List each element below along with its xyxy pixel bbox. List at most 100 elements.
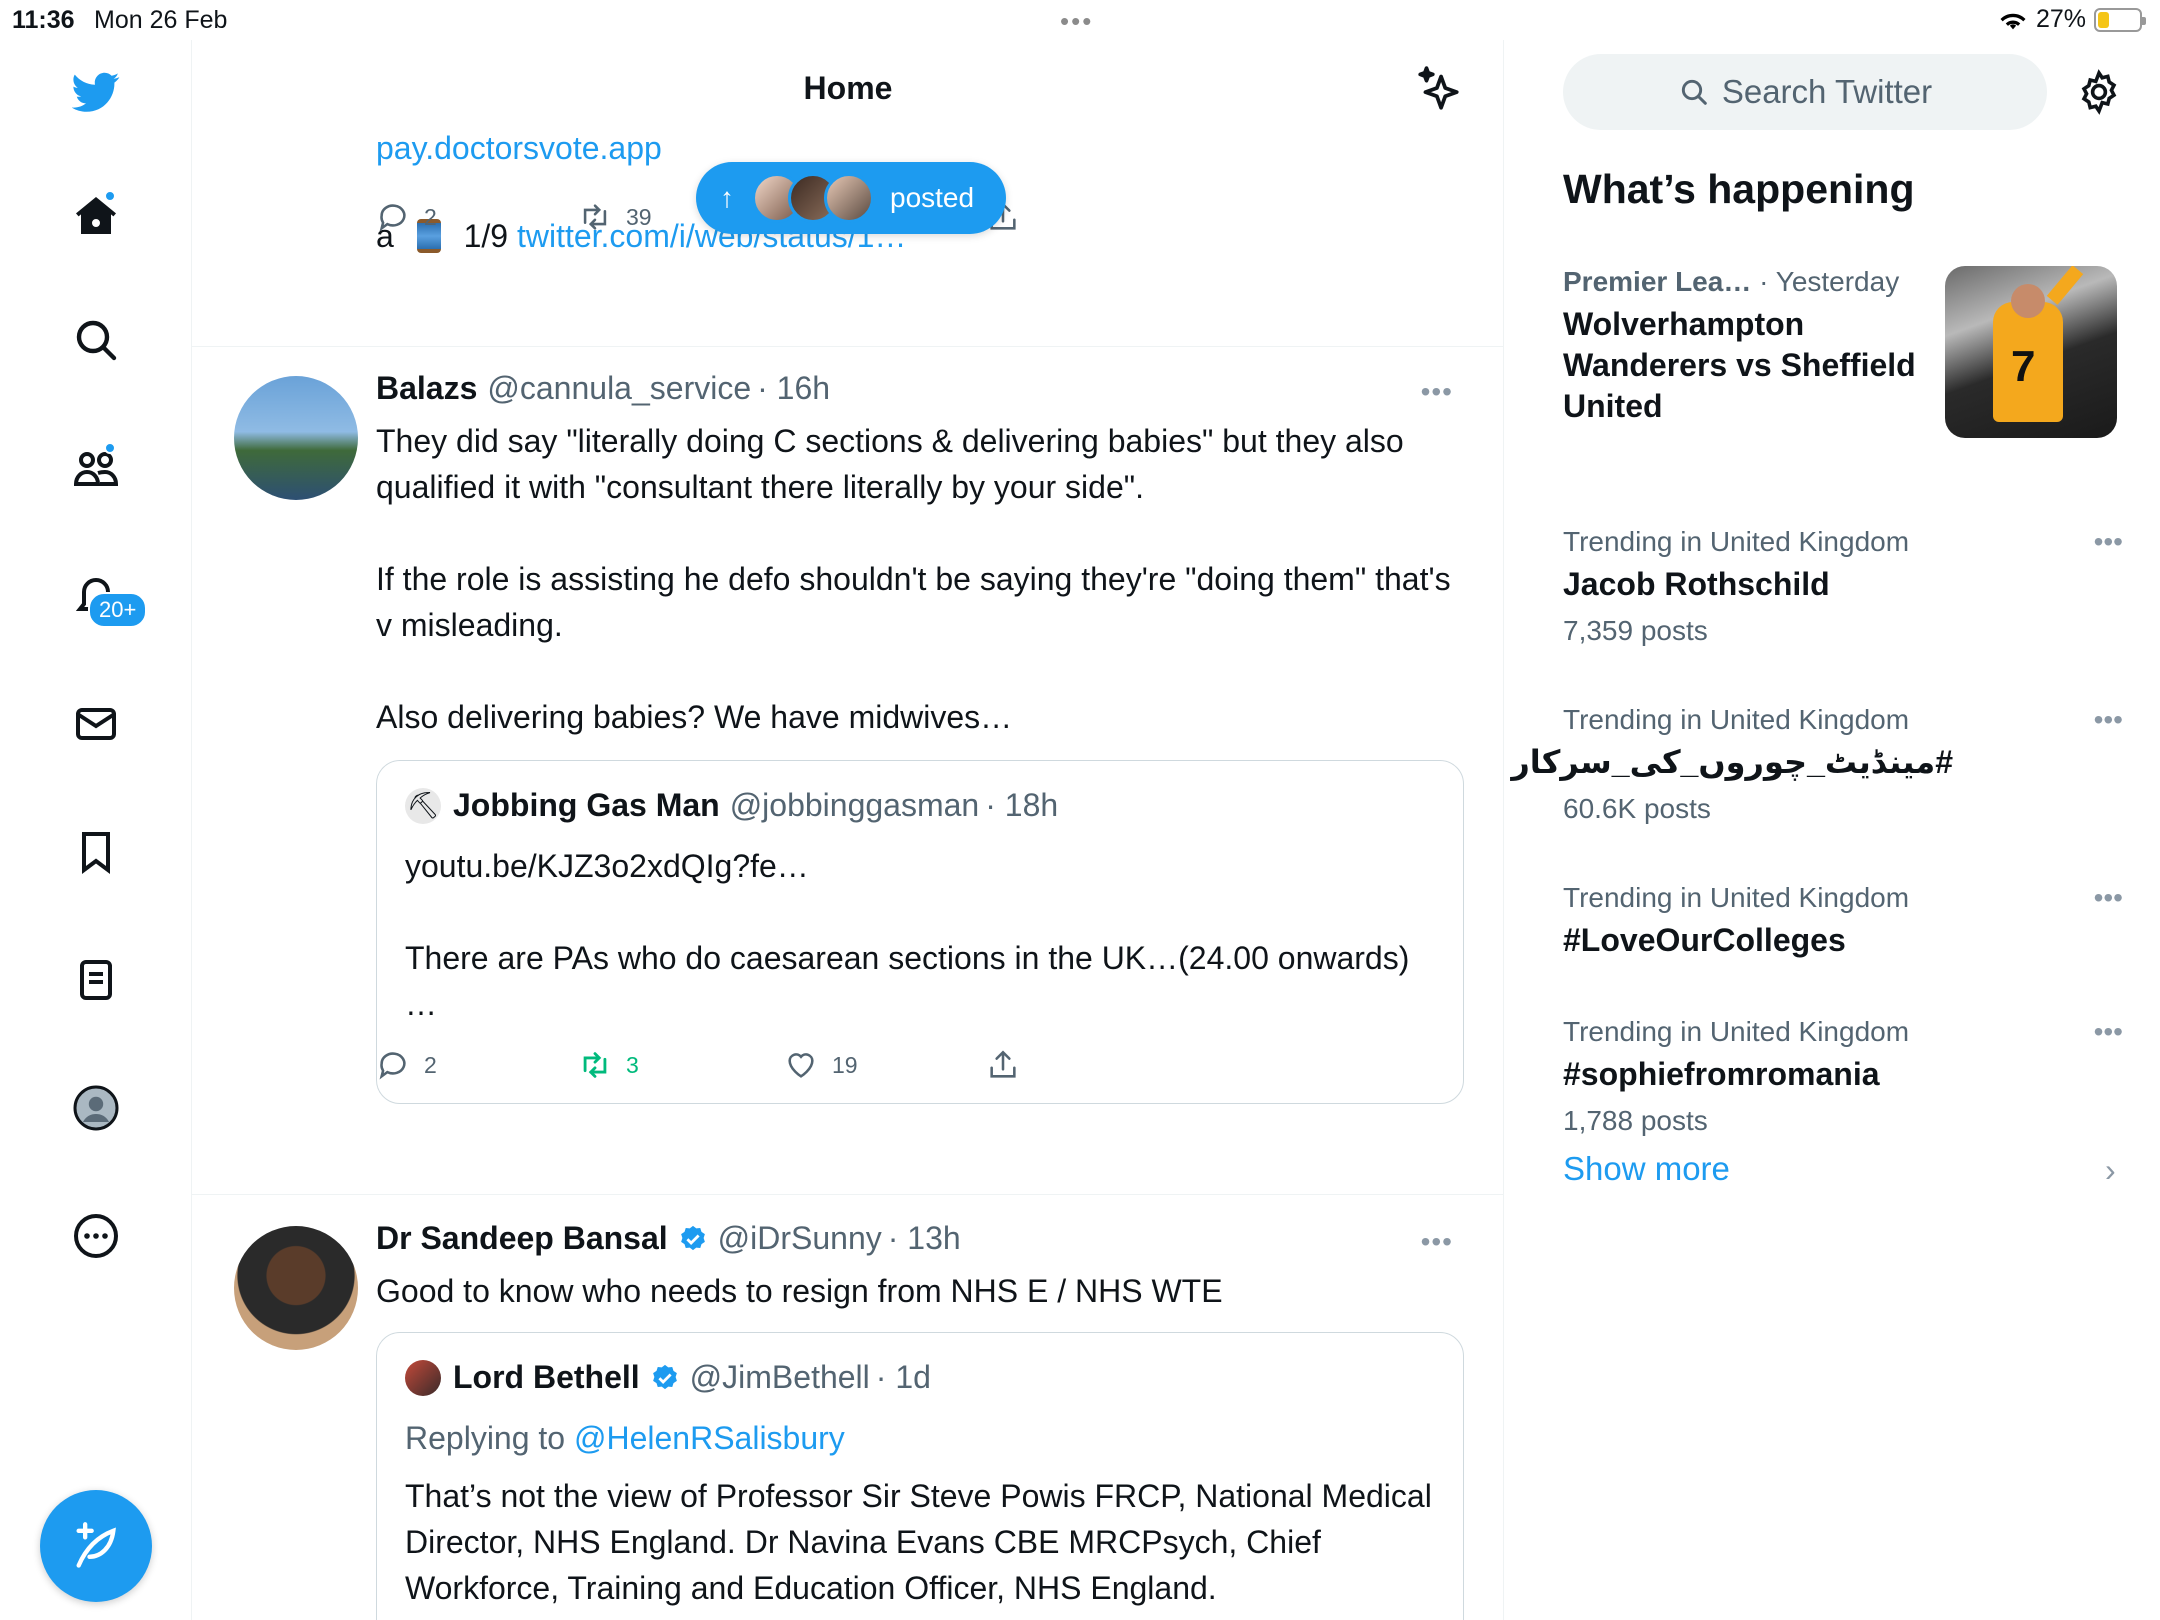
trend-category: Trending in United Kingdom [1563, 882, 1910, 913]
trend-title: #مینڈیٹ_چوروں_کی_سرکار [1511, 744, 1953, 780]
right-sidebar: Search Twitter What’s happening Premier … [1505, 40, 2160, 1620]
trend-more-icon[interactable]: ••• [2094, 704, 2123, 736]
featured-trend-image[interactable]: 7 [1945, 266, 2117, 438]
quote-text: That’s not the view of Professor Sir Ste… [405, 1478, 1432, 1606]
pickaxe-avatar-icon: ⛏ [405, 787, 441, 824]
replying-prefix: Replying to [405, 1420, 566, 1456]
compose-feather-icon [76, 1522, 116, 1568]
communities-unread-dot [104, 442, 116, 454]
wifi-icon [2000, 13, 2026, 29]
lists-icon[interactable] [66, 950, 126, 1010]
verified-badge-icon [680, 1225, 705, 1250]
more-options-icon[interactable] [66, 1206, 126, 1266]
chevron-right-icon[interactable]: › [2105, 1152, 2116, 1189]
home-icon[interactable] [66, 186, 126, 246]
reply-button[interactable]: 2 [376, 200, 578, 234]
avatar[interactable] [234, 376, 358, 500]
timeline-header: Home [192, 40, 1503, 140]
status-time: 11:36 [12, 6, 75, 34]
bookmarks-icon[interactable] [66, 822, 126, 882]
trend-title: #sophiefromromania [1563, 1056, 1880, 1092]
trend-count: 1,788 posts [1563, 1105, 1708, 1136]
profile-avatar-icon[interactable] [66, 1078, 126, 1138]
trend-item[interactable]: Trending in United Kingdom Jacob Rothsch… [1563, 526, 2123, 647]
status-right: 27% [1998, 5, 2146, 34]
tweet-more-icon[interactable]: ••• [1421, 1226, 1453, 1258]
retweet-button[interactable]: 3 [578, 1048, 784, 1082]
quote-header: Lord Bethell @JimBethell · 1d [405, 1359, 931, 1396]
whats-happening-title: What’s happening [1563, 166, 1915, 212]
quote-author-name: Lord Bethell [453, 1359, 640, 1395]
author-name[interactable]: Dr Sandeep Bansal [376, 1220, 668, 1257]
author-name[interactable]: Balazs [376, 370, 477, 407]
new-posts-label: posted [890, 182, 975, 213]
home-unread-dot [104, 190, 116, 202]
heart-icon [788, 1053, 814, 1078]
trend-count: 60.6K posts [1563, 793, 1711, 824]
tweet-paragraph: They did say "literally doing C sections… [376, 423, 1404, 505]
reply-count: 2 [424, 1051, 437, 1078]
reply-icon [379, 1052, 406, 1080]
retweet-icon [583, 1052, 607, 1078]
search-nav-icon[interactable] [66, 310, 126, 370]
tweet-link[interactable]: pay.doctorsvote.app [376, 130, 662, 167]
trend-item[interactable]: Trending in United Kingdom #مینڈیٹ_چوروں… [1511, 704, 2123, 825]
tweet-more-icon[interactable]: ••• [1421, 376, 1453, 408]
reply-button[interactable]: 2 [376, 1048, 578, 1082]
twitter-logo-icon[interactable] [66, 62, 126, 122]
quote-time: · 1d [875, 1359, 931, 1395]
search-input[interactable]: Search Twitter [1563, 54, 2047, 130]
divider [192, 346, 1503, 347]
trend-more-icon[interactable]: ••• [2094, 526, 2123, 558]
sparkle-icon[interactable] [1414, 64, 1464, 114]
like-button[interactable]: 19 [784, 1048, 986, 1082]
tweet-header: Dr Sandeep Bansal @iDrSunny · 13h [376, 1220, 961, 1257]
gear-icon[interactable] [2075, 68, 2123, 116]
retweet-icon [583, 204, 607, 230]
trend-item[interactable]: Trending in United Kingdom #LoveOurColle… [1563, 882, 2123, 961]
tweet-actions: 2 3 19 [376, 1048, 1020, 1082]
verified-badge-icon [652, 1364, 677, 1389]
share-button[interactable] [986, 1048, 1020, 1082]
trend-item[interactable]: Trending in United Kingdom #sophiefromro… [1563, 1016, 2123, 1137]
trend-more-icon[interactable]: ••• [2094, 882, 2123, 914]
communities-icon[interactable] [66, 438, 126, 498]
multitasking-dots-icon[interactable]: ••• [1060, 6, 1093, 37]
pill-avatars [752, 173, 874, 223]
quote-author-handle: @JimBethell [689, 1359, 870, 1395]
status-bar: 11:36 Mon 26 Feb ••• 27% [0, 0, 2160, 40]
quote-body: Replying to @HelenRSalisbury That’s not … [405, 1415, 1445, 1611]
quote-line: … [405, 986, 437, 1022]
avatar [405, 1359, 441, 1396]
search-placeholder: Search Twitter [1721, 73, 1933, 110]
author-handle[interactable]: @cannula_service [487, 370, 751, 407]
trend-category: Trending in United Kingdom [1563, 526, 1910, 557]
tweet-time[interactable]: · 16h [757, 370, 830, 407]
new-posts-pill[interactable]: ↑ posted [696, 162, 1006, 234]
trend-category-label: Premier Lea… [1563, 266, 1752, 297]
retweet-count: 39 [626, 203, 652, 230]
trend-item-featured[interactable]: Premier Lea… · Yesterday Wolverhampton W… [1563, 266, 1943, 427]
messages-envelope-icon[interactable] [66, 694, 126, 754]
share-icon [990, 1050, 1016, 1078]
left-nav: 20+ [0, 40, 192, 1620]
avatar[interactable] [234, 1226, 358, 1350]
trend-more-icon[interactable]: ••• [2094, 1016, 2123, 1048]
app-root: 11:36 Mon 26 Feb ••• 27% 20+ Home ↑ post… [0, 0, 2160, 1620]
replying-handle-link[interactable]: @HelenRSalisbury [574, 1420, 845, 1456]
quote-tweet[interactable]: Lord Bethell @JimBethell · 1d Replying t… [376, 1332, 1464, 1620]
status-date: Mon 26 Feb [94, 6, 228, 34]
quote-author-handle: @jobbinggasman [729, 787, 980, 823]
page-title: Home [803, 70, 893, 106]
tweet-paragraph: Good to know who needs to resign from NH… [376, 1273, 1223, 1309]
show-more-link[interactable]: Show more [1563, 1150, 1730, 1188]
trend-category: Trending in United Kingdom [1563, 1016, 1910, 1047]
reply-icon [379, 204, 406, 232]
tweet-time[interactable]: · 13h [888, 1220, 961, 1257]
search-icon [1681, 79, 1707, 105]
home-timeline: Home ↑ posted pay.doctorsvote.app a 1/9 … [192, 40, 1504, 1620]
avatar [824, 173, 874, 223]
replying-to: Replying to @HelenRSalisbury [405, 1415, 1445, 1461]
compose-tweet-button[interactable] [40, 1490, 152, 1602]
author-handle[interactable]: @iDrSunny [718, 1220, 882, 1257]
